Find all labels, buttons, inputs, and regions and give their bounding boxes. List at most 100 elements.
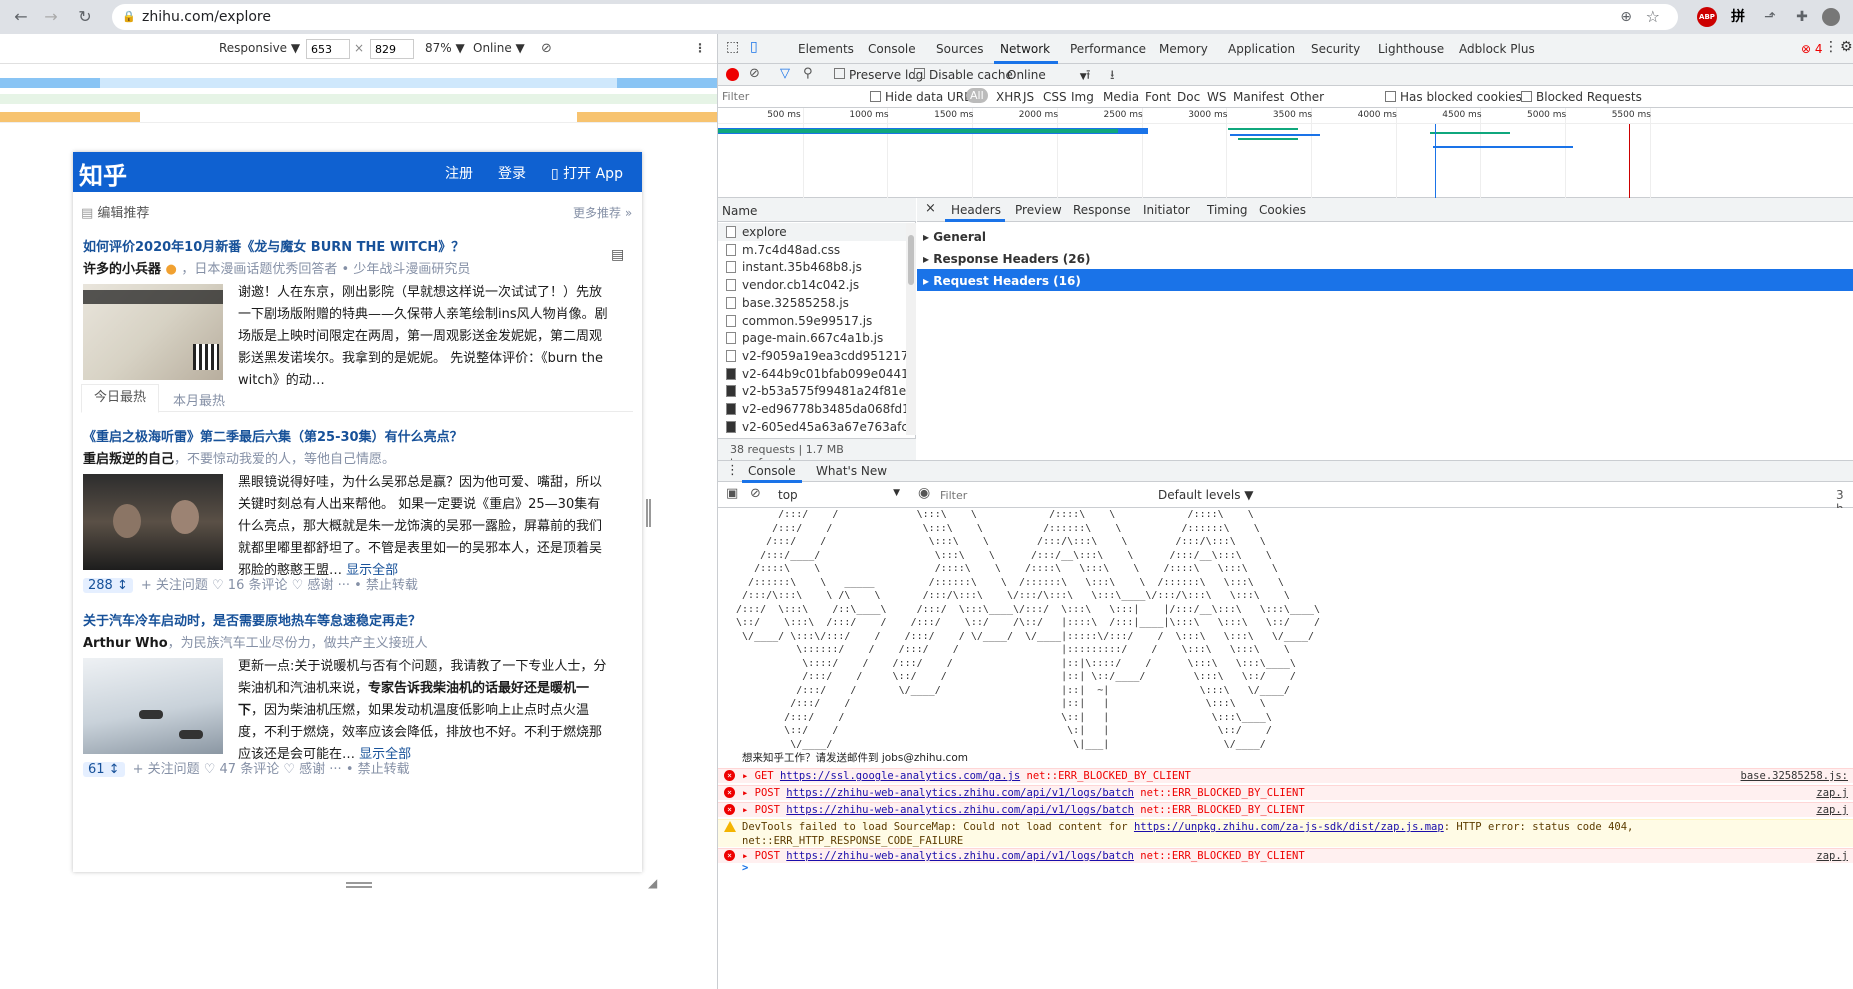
clear-console-icon[interactable]: ⊘ bbox=[750, 486, 761, 501]
back-icon[interactable]: ← bbox=[10, 6, 32, 28]
answer-excerpt[interactable]: 谢邀！人在东京，刚出影院（早就想这样说一次试试了！）先放一下剧场版附赠的特典——… bbox=[238, 282, 608, 392]
filter-icon[interactable]: ▽ bbox=[780, 66, 790, 81]
name-column-header[interactable]: Name bbox=[718, 198, 916, 222]
resize-corner-icon[interactable]: ◢ bbox=[648, 876, 657, 890]
type-xhr[interactable]: XHR bbox=[996, 90, 1022, 104]
sourcemap-url-link[interactable]: https://unpkg.zhihu.com/za-js-sdk/dist/z… bbox=[1134, 821, 1444, 833]
request-url-link[interactable]: https://zhihu-web-analytics.zhihu.com/ap… bbox=[786, 804, 1134, 816]
media-bar-min[interactable] bbox=[0, 112, 140, 122]
answer-thumbnail[interactable] bbox=[83, 474, 223, 570]
request-row[interactable]: v2-605ed45a63a67e763afcf94 bbox=[718, 418, 916, 436]
zhihu-logo[interactable]: 知乎 bbox=[79, 156, 127, 191]
answer-excerpt[interactable]: 更新一点:关于说暖机与否有个问题，我请教了一下专业人士，分柴油机和汽油机来说，专… bbox=[238, 656, 608, 766]
question-title[interactable]: 如何评价2020年10月新番《龙与魔女 BURN THE WITCH》？ bbox=[83, 236, 464, 255]
thanks-button[interactable]: ♡ 感谢 bbox=[283, 762, 325, 777]
tab-preview[interactable]: Preview bbox=[1015, 203, 1062, 217]
thanks-button[interactable]: ♡ 感谢 bbox=[292, 578, 334, 593]
comments-button[interactable]: ♡ 47 条评论 bbox=[204, 762, 279, 777]
follow-question-button[interactable]: + 关注问题 bbox=[141, 578, 208, 593]
console-error[interactable]: × ▸ POST https://zhihu-web-analytics.zhih… bbox=[718, 785, 1853, 800]
disable-cache-checkbox[interactable] bbox=[914, 68, 925, 79]
close-icon[interactable]: × bbox=[925, 201, 936, 216]
sidebar-toggle-icon[interactable]: ▣ bbox=[726, 486, 738, 501]
console-prompt[interactable]: > bbox=[718, 861, 1853, 875]
record-icon[interactable] bbox=[726, 68, 739, 81]
question-title[interactable]: 关于汽车冷车启动时，是否需要原地热车等怠速稳定再走？ bbox=[83, 610, 421, 629]
author-name[interactable]: Arthur Who bbox=[83, 636, 168, 651]
tab-timing[interactable]: Timing bbox=[1207, 203, 1248, 217]
tab-console[interactable]: Console bbox=[868, 42, 916, 56]
tab-performance[interactable]: Performance bbox=[1070, 42, 1146, 56]
export-icon[interactable]: ⭳ bbox=[1110, 66, 1115, 88]
reload-icon[interactable]: ↻ bbox=[74, 6, 96, 28]
resize-handle-right[interactable] bbox=[646, 499, 651, 527]
tab-console-drawer[interactable]: Console bbox=[748, 464, 796, 478]
tab-lighthouse[interactable]: Lighthouse bbox=[1378, 42, 1444, 56]
media-bar-max-seg[interactable] bbox=[0, 78, 100, 88]
forward-icon[interactable]: → bbox=[40, 6, 62, 28]
tab-month[interactable]: 本月最热 bbox=[173, 390, 225, 409]
type-manifest[interactable]: Manifest bbox=[1233, 90, 1284, 104]
tab-application[interactable]: Application bbox=[1228, 42, 1295, 56]
media-bar-min[interactable] bbox=[577, 112, 717, 122]
author-name[interactable]: 重启叛逆的自己 bbox=[83, 452, 174, 467]
avatar[interactable] bbox=[1822, 8, 1840, 26]
request-row[interactable]: m.7c4d48ad.css bbox=[718, 241, 916, 259]
source-link[interactable]: zap.j bbox=[1816, 803, 1848, 817]
device-toggle-icon[interactable]: ▯ bbox=[750, 39, 758, 55]
console-error[interactable]: × ▸ POST https://zhihu-web-analytics.zhih… bbox=[718, 802, 1853, 817]
request-url-link[interactable]: https://zhihu-web-analytics.zhihu.com/ap… bbox=[786, 787, 1134, 799]
adblock-icon[interactable]: ABP bbox=[1697, 7, 1717, 27]
type-ws[interactable]: WS bbox=[1207, 90, 1226, 104]
device-select[interactable]: Responsive ▼ bbox=[219, 41, 300, 55]
tab-elements[interactable]: Elements bbox=[798, 42, 854, 56]
tab-security[interactable]: Security bbox=[1311, 42, 1360, 56]
context-select[interactable]: top ▼ bbox=[778, 488, 908, 502]
request-row[interactable]: v2-644b9c01bfab099e0441f4 bbox=[718, 365, 916, 383]
eye-icon[interactable]: ◉ bbox=[918, 485, 930, 501]
filter-input[interactable] bbox=[722, 88, 862, 105]
request-row[interactable]: v2-ed96778b3485da068fd1e3 bbox=[718, 400, 916, 418]
author-name[interactable]: 许多的小兵器 bbox=[83, 262, 161, 277]
section-general[interactable]: ▸ General bbox=[923, 230, 986, 244]
more-icon[interactable]: ··· bbox=[329, 762, 341, 777]
section-request-headers[interactable]: ▸ Request Headers (16) bbox=[917, 269, 1853, 291]
tab-sources[interactable]: Sources bbox=[936, 42, 983, 56]
throttle-select[interactable]: Online ▼ bbox=[1007, 68, 1087, 82]
vote-button[interactable]: 288 ↕ bbox=[83, 578, 133, 593]
bookmark-icon[interactable]: ▤ bbox=[611, 247, 624, 263]
answer-thumbnail[interactable] bbox=[83, 284, 223, 380]
answer-excerpt[interactable]: 黑眼镜说得好哇，为什么吴邪总是赢？因为他可爱、嘴甜，所以关键时刻总有人出来帮他。… bbox=[238, 472, 608, 582]
vote-button[interactable]: 61 ↕ bbox=[83, 762, 125, 777]
request-url-link[interactable]: https://ssl.google-analytics.com/ga.js bbox=[780, 770, 1020, 782]
request-row[interactable]: explore bbox=[718, 223, 916, 241]
clear-icon[interactable]: ⊘ bbox=[749, 66, 760, 81]
throttle-select[interactable]: Online ▼ bbox=[473, 41, 525, 55]
preserve-log-checkbox[interactable] bbox=[834, 68, 845, 79]
type-all[interactable]: All bbox=[966, 88, 988, 103]
scrollbar-thumb[interactable] bbox=[908, 235, 914, 285]
tab-network[interactable]: Network bbox=[1000, 42, 1050, 56]
console-warning[interactable]: DevTools failed to load SourceMap: Could… bbox=[718, 819, 1853, 847]
request-row[interactable]: common.59e99517.js bbox=[718, 312, 916, 330]
open-app-button[interactable]: ▯ 打开 App bbox=[551, 163, 623, 183]
media-bar-minmax[interactable] bbox=[0, 94, 717, 104]
tab-headers[interactable]: Headers bbox=[951, 203, 1001, 217]
blocked-requests-checkbox[interactable] bbox=[1521, 91, 1532, 102]
type-doc[interactable]: Doc bbox=[1177, 90, 1200, 104]
zoom-select[interactable]: 87% ▼ bbox=[425, 41, 465, 55]
type-img[interactable]: Img bbox=[1071, 90, 1094, 104]
resize-handle-bottom[interactable] bbox=[346, 882, 372, 888]
more-pick-link[interactable]: 更多推荐 » bbox=[573, 204, 632, 221]
import-icon[interactable]: ⭱ bbox=[1086, 66, 1091, 88]
comments-button[interactable]: ♡ 16 条评论 bbox=[212, 578, 287, 593]
source-link[interactable]: base.32585258.js: bbox=[1741, 769, 1848, 783]
error-count-badge[interactable]: ⊗ 4 bbox=[1801, 42, 1823, 56]
media-bar-max[interactable] bbox=[0, 78, 717, 88]
zoom-icon[interactable]: ⊕ bbox=[1620, 4, 1632, 30]
request-row[interactable]: v2-b53a575f99481a24f81e508 bbox=[718, 382, 916, 400]
follow-question-button[interactable]: + 关注问题 bbox=[133, 762, 200, 777]
console-filter-input[interactable] bbox=[940, 485, 1150, 505]
scrollbar[interactable] bbox=[906, 223, 916, 435]
more-options-icon[interactable]: ⋮ bbox=[694, 41, 706, 55]
